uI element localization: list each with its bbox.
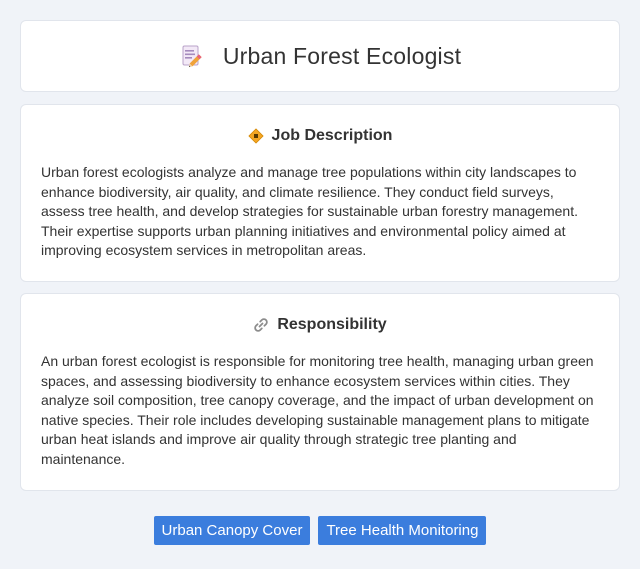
responsibility-title: Responsibility	[277, 316, 387, 333]
tag-urban-canopy-cover[interactable]: Urban Canopy Cover	[153, 516, 311, 545]
job-description-text: Urban forest ecologists analyze and mana…	[41, 164, 578, 259]
page: Urban Forest Ecologist Job Description U…	[0, 0, 640, 569]
tag-tree-health-monitoring[interactable]: Tree Health Monitoring	[318, 516, 487, 545]
title-card: Urban Forest Ecologist	[20, 20, 620, 92]
responsibility-text: An urban forest ecologist is responsible…	[41, 353, 594, 467]
responsibility-card: Responsibility An urban forest ecologist…	[20, 293, 620, 491]
link-icon	[253, 317, 269, 333]
job-description-card: Job Description Urban forest ecologists …	[20, 104, 620, 282]
page-title: Urban Forest Ecologist	[222, 42, 462, 69]
responsibility-header: Responsibility	[21, 315, 619, 335]
memo-pencil-icon	[179, 43, 205, 69]
job-description-header: Job Description	[21, 126, 619, 146]
job-description-title: Job Description	[271, 127, 393, 144]
tag-list: Urban Canopy Cover Tree Health Monitorin…	[0, 516, 640, 545]
diamond-badge-icon	[247, 128, 264, 144]
